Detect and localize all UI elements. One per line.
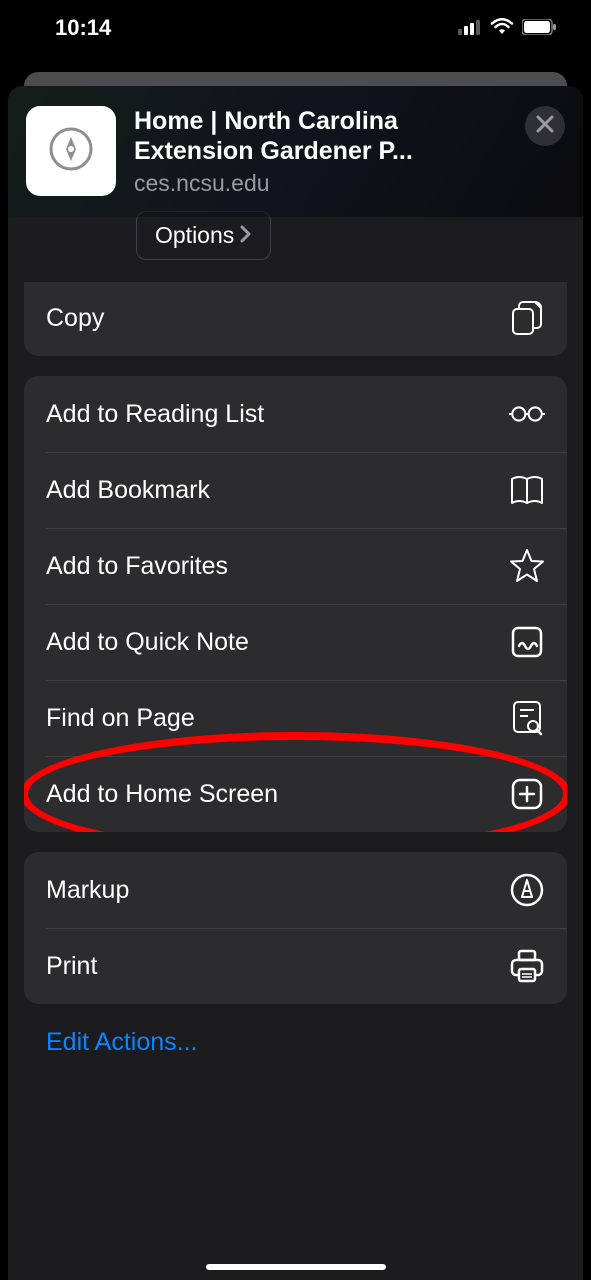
copy-label: Copy <box>46 304 104 333</box>
actions-group-3: Markup Print <box>24 852 567 1004</box>
quick-note-icon <box>509 624 545 660</box>
status-bar: 10:14 <box>0 0 591 55</box>
cellular-signal-icon <box>458 15 482 41</box>
add-quick-note-label: Add to Quick Note <box>46 628 249 657</box>
add-favorites-label: Add to Favorites <box>46 552 228 581</box>
find-on-page-label: Find on Page <box>46 704 195 733</box>
add-reading-list-label: Add to Reading List <box>46 400 264 429</box>
options-button[interactable]: Options <box>136 211 271 260</box>
plus-square-icon <box>509 776 545 812</box>
add-home-screen-label: Add to Home Screen <box>46 780 278 809</box>
status-time: 10:14 <box>55 15 111 41</box>
find-on-page-row[interactable]: Find on Page <box>24 680 567 756</box>
actions-scroll-area[interactable]: Copy Add to Reading List Add Bookmark <box>8 282 583 1280</box>
edit-actions-label: Edit Actions... <box>46 1028 197 1056</box>
close-button[interactable] <box>525 106 565 146</box>
print-row[interactable]: Print <box>24 928 567 1004</box>
options-row: Options <box>8 211 583 282</box>
wifi-icon <box>490 15 514 41</box>
copy-icon <box>509 300 545 336</box>
copy-row[interactable]: Copy <box>24 282 567 356</box>
page-title: Home | North Carolina Extension Gardener… <box>134 106 507 166</box>
markup-label: Markup <box>46 876 129 905</box>
home-indicator[interactable] <box>206 1264 386 1270</box>
add-bookmark-label: Add Bookmark <box>46 476 210 505</box>
share-sheet: Home | North Carolina Extension Gardener… <box>8 86 583 1280</box>
page-icon-thumbnail <box>26 106 116 196</box>
chevron-right-icon <box>240 222 252 249</box>
page-info: Home | North Carolina Extension Gardener… <box>134 106 507 197</box>
actions-group-2: Add to Reading List Add Bookmark Add to … <box>24 376 567 832</box>
actions-group-1: Copy <box>24 282 567 356</box>
sheet-backdrop <box>24 72 567 86</box>
battery-icon <box>522 15 556 41</box>
options-label: Options <box>155 222 234 249</box>
sheet-header: Home | North Carolina Extension Gardener… <box>8 86 583 217</box>
add-home-screen-row[interactable]: Add to Home Screen <box>24 756 567 832</box>
find-icon <box>509 700 545 736</box>
printer-icon <box>509 948 545 984</box>
markup-icon <box>509 872 545 908</box>
close-icon <box>536 115 554 138</box>
glasses-icon <box>509 396 545 432</box>
book-icon <box>509 472 545 508</box>
add-quick-note-row[interactable]: Add to Quick Note <box>24 604 567 680</box>
print-label: Print <box>46 952 97 981</box>
star-icon <box>509 548 545 584</box>
page-url: ces.ncsu.edu <box>134 170 507 197</box>
add-bookmark-row[interactable]: Add Bookmark <box>24 452 567 528</box>
add-favorites-row[interactable]: Add to Favorites <box>24 528 567 604</box>
markup-row[interactable]: Markup <box>24 852 567 928</box>
compass-icon <box>47 125 95 178</box>
edit-actions-link[interactable]: Edit Actions... <box>24 1024 567 1077</box>
add-reading-list-row[interactable]: Add to Reading List <box>24 376 567 452</box>
status-icons <box>458 15 556 41</box>
